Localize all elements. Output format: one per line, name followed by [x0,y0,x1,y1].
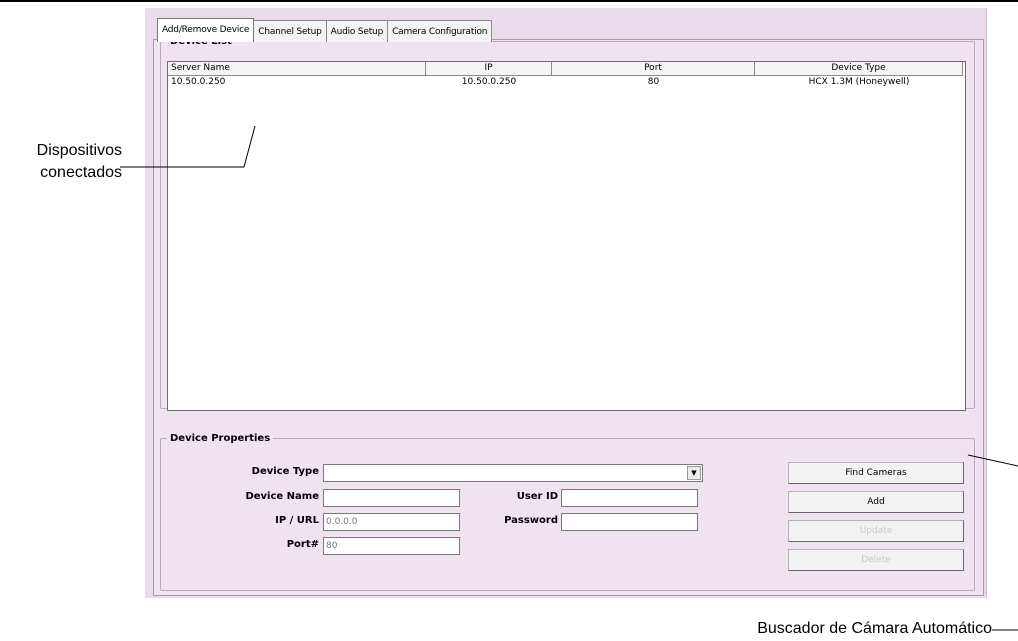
column-server-name[interactable]: Server Name [168,62,426,76]
annotation-line-2: conectados [40,164,122,181]
port-label: Port# [286,539,319,550]
table-row[interactable]: 10.50.0.250 10.50.0.250 80 HCX 1.3M (Hon… [168,76,965,89]
annotation-connected-devices: Dispositivos conectados [8,140,122,184]
user-id-label: User ID [516,491,558,502]
delete-button[interactable]: Delete [788,549,964,571]
device-list-group: Device List Server Name IP Port Device T… [160,36,975,411]
tab-strip: Add/Remove Device Channel Setup Audio Se… [157,18,493,42]
cell-port: 80 [647,77,660,87]
cell-ip: 10.50.0.250 [461,77,517,87]
column-port[interactable]: Port [552,62,755,76]
cell-device-type: HCX 1.3M (Honeywell) [808,77,910,87]
cell-server-name: 10.50.0.250 [171,77,226,87]
tab-add-remove-device[interactable]: Add/Remove Device [157,18,255,42]
annotation-auto-camera-finder: Buscador de Cámara Automático [757,620,992,637]
tab-panel: Device List Server Name IP Port Device T… [153,36,984,596]
top-rule [0,0,1018,2]
device-name-label: Device Name [245,491,319,502]
port-field[interactable]: 80 [323,537,460,555]
device-type-label: Device Type [251,466,319,477]
device-name-field[interactable] [323,489,460,507]
device-properties-group: Device Properties Device Type ▼ Device N… [160,433,975,591]
device-setup-window: Add/Remove Device Channel Setup Audio Se… [145,8,987,598]
device-properties-legend: Device Properties [170,433,271,444]
device-list-header: Server Name IP Port Device Type [168,62,965,76]
password-label: Password [504,515,558,526]
tab-audio-setup[interactable]: Audio Setup [325,20,389,42]
password-field[interactable] [561,513,698,531]
device-list-view[interactable]: Server Name IP Port Device Type 10.50.0.… [167,61,966,411]
ip-url-field[interactable]: 0.0.0.0 [323,513,460,531]
annotation-line-1: Dispositivos [36,142,122,159]
device-type-select[interactable]: ▼ [323,464,703,482]
add-button[interactable]: Add [788,491,964,513]
column-ip[interactable]: IP [426,62,552,76]
tab-camera-configuration[interactable]: Camera Configuration [387,20,493,42]
update-button[interactable]: Update [788,520,964,542]
ip-url-label: IP / URL [275,515,319,526]
find-cameras-button[interactable]: Find Cameras [788,462,964,484]
column-device-type[interactable]: Device Type [755,62,963,76]
chevron-down-icon[interactable]: ▼ [687,466,701,480]
user-id-field[interactable] [561,489,698,507]
tab-channel-setup[interactable]: Channel Setup [253,20,327,42]
